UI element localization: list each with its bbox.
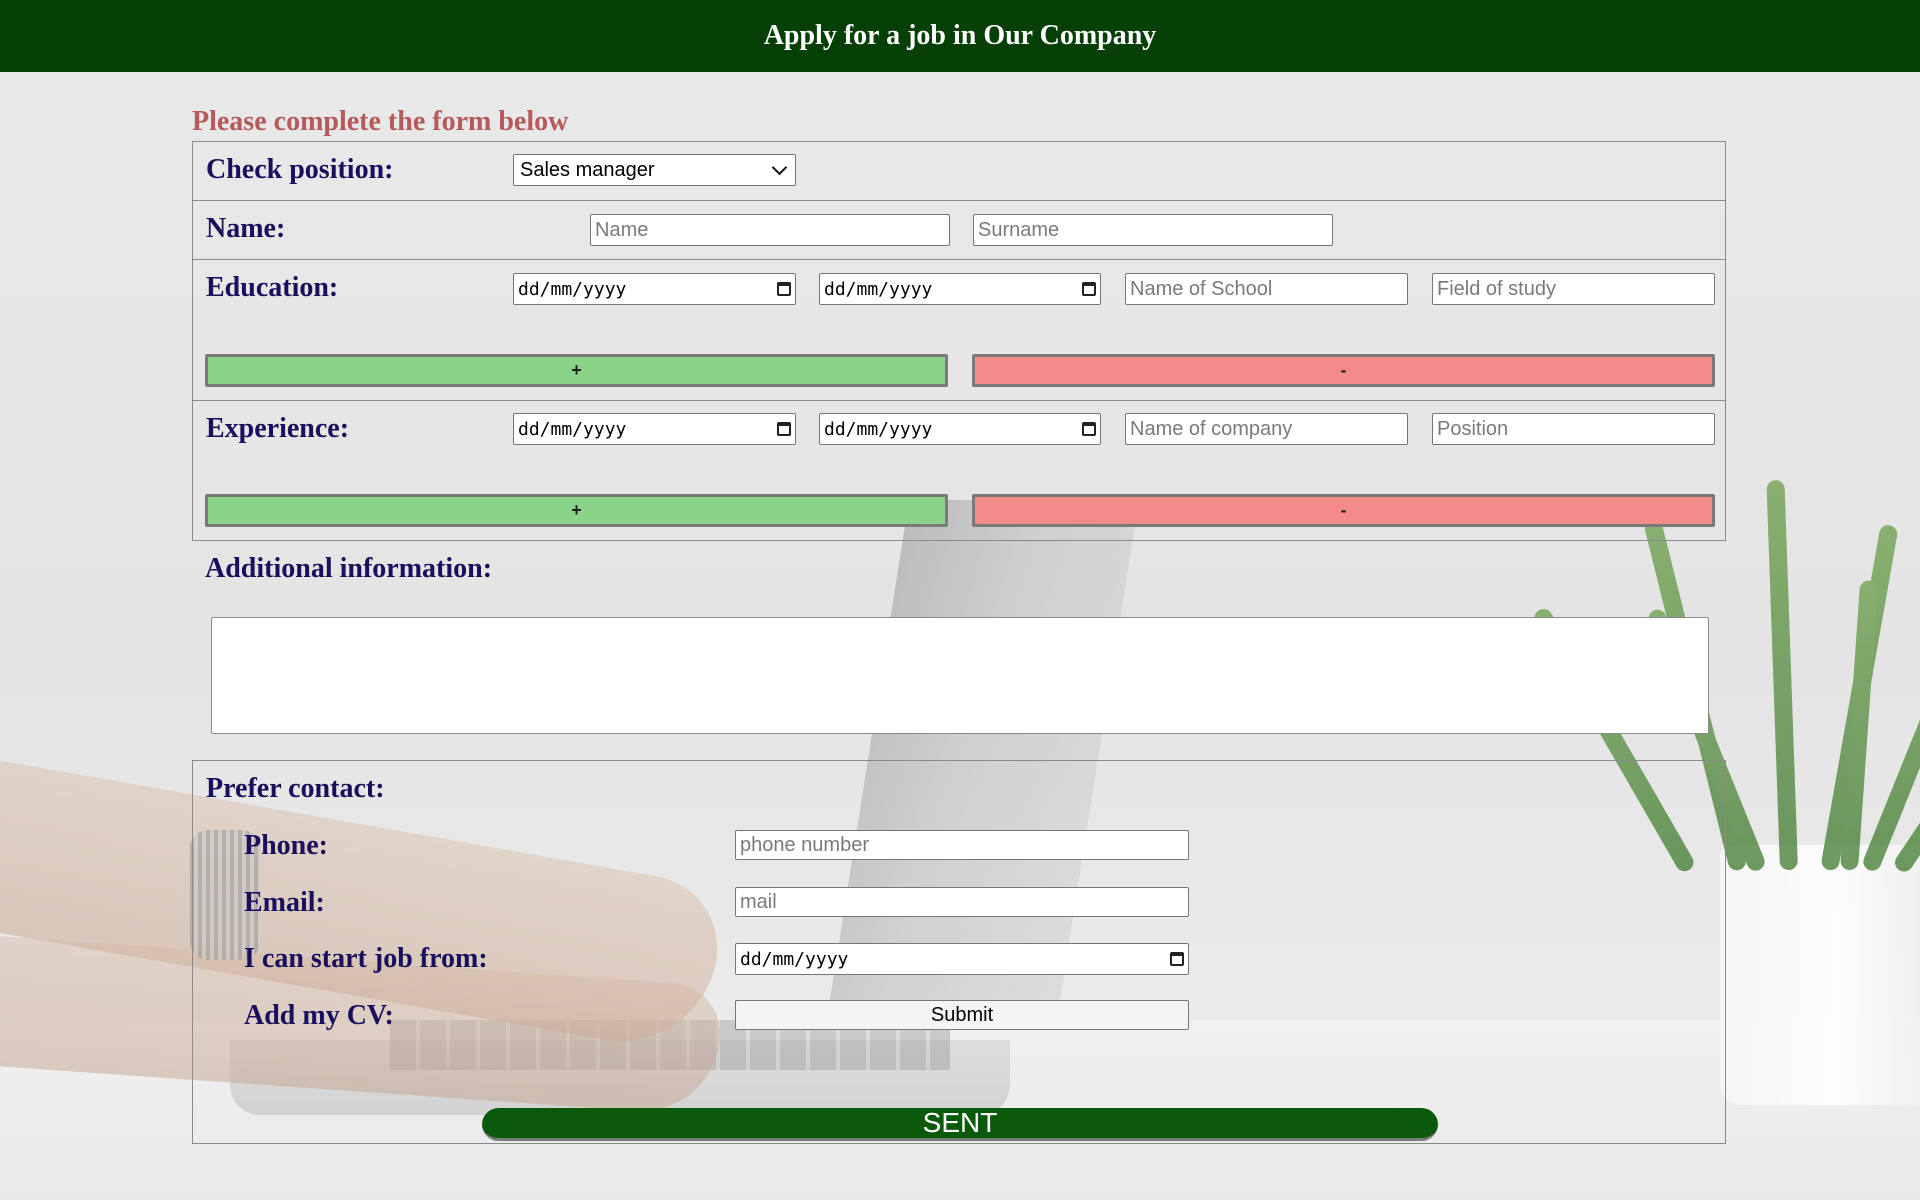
position-select[interactable]: Sales manager: [513, 154, 796, 186]
chevron-down-icon: [771, 159, 788, 175]
surname-input[interactable]: Surname: [973, 214, 1333, 246]
page-header: Apply for a job in Our Company: [0, 0, 1920, 72]
cv-submit-button[interactable]: Submit: [735, 1000, 1189, 1030]
name-label: Name:: [206, 213, 286, 244]
phone-label: Phone:: [244, 830, 328, 861]
school-name-input[interactable]: Name of School: [1125, 273, 1408, 305]
education-label: Education:: [206, 272, 339, 303]
education-date-to[interactable]: dd/mm/yyyy: [819, 273, 1101, 305]
application-fieldset: Check position: Sales manager Name: Name…: [192, 141, 1726, 541]
additional-info-label: Additional information:: [205, 553, 493, 584]
contact-fieldset: Prefer contact: Phone: phone number Emai…: [192, 760, 1726, 1144]
email-label: Email:: [244, 887, 325, 918]
phone-input[interactable]: phone number: [735, 830, 1189, 860]
cv-label: Add my CV:: [244, 1000, 394, 1031]
education-row: Education: dd/mm/yyyy dd/mm/yyyy Name of…: [193, 260, 1725, 401]
experience-date-to[interactable]: dd/mm/yyyy: [819, 413, 1101, 445]
add-experience-button[interactable]: +: [205, 494, 948, 527]
name-row: Name: Name Surname: [193, 201, 1725, 260]
calendar-icon[interactable]: [1082, 282, 1096, 296]
remove-experience-button[interactable]: -: [972, 494, 1715, 527]
calendar-icon[interactable]: [1082, 422, 1096, 436]
field-of-study-input[interactable]: Field of study: [1432, 273, 1715, 305]
start-date-input[interactable]: dd/mm/yyyy: [735, 943, 1189, 975]
calendar-icon[interactable]: [1170, 952, 1184, 966]
add-education-button[interactable]: +: [205, 354, 948, 387]
calendar-icon[interactable]: [777, 422, 791, 436]
contact-label: Prefer contact:: [206, 773, 385, 804]
experience-label: Experience:: [206, 413, 350, 444]
additional-info-textarea[interactable]: [211, 617, 1709, 734]
sent-button[interactable]: SENT: [482, 1107, 1438, 1141]
start-date-label: I can start job from:: [244, 943, 488, 974]
form-subtitle: Please complete the form below: [192, 106, 569, 137]
experience-row: Experience: dd/mm/yyyy dd/mm/yyyy Name o…: [193, 401, 1725, 541]
position-selected-value: Sales manager: [520, 158, 655, 181]
page-title: Apply for a job in Our Company: [763, 20, 1157, 51]
email-input[interactable]: mail: [735, 887, 1189, 917]
calendar-icon[interactable]: [777, 282, 791, 296]
first-name-input[interactable]: Name: [590, 214, 950, 246]
position-label: Check position:: [206, 154, 394, 185]
education-date-from[interactable]: dd/mm/yyyy: [513, 273, 796, 305]
company-name-input[interactable]: Name of company: [1125, 413, 1408, 445]
experience-position-input[interactable]: Position: [1432, 413, 1715, 445]
remove-education-button[interactable]: -: [972, 354, 1715, 387]
plant-pot-image: [1720, 845, 1920, 1105]
position-row: Check position: Sales manager: [193, 142, 1725, 201]
experience-date-from[interactable]: dd/mm/yyyy: [513, 413, 796, 445]
